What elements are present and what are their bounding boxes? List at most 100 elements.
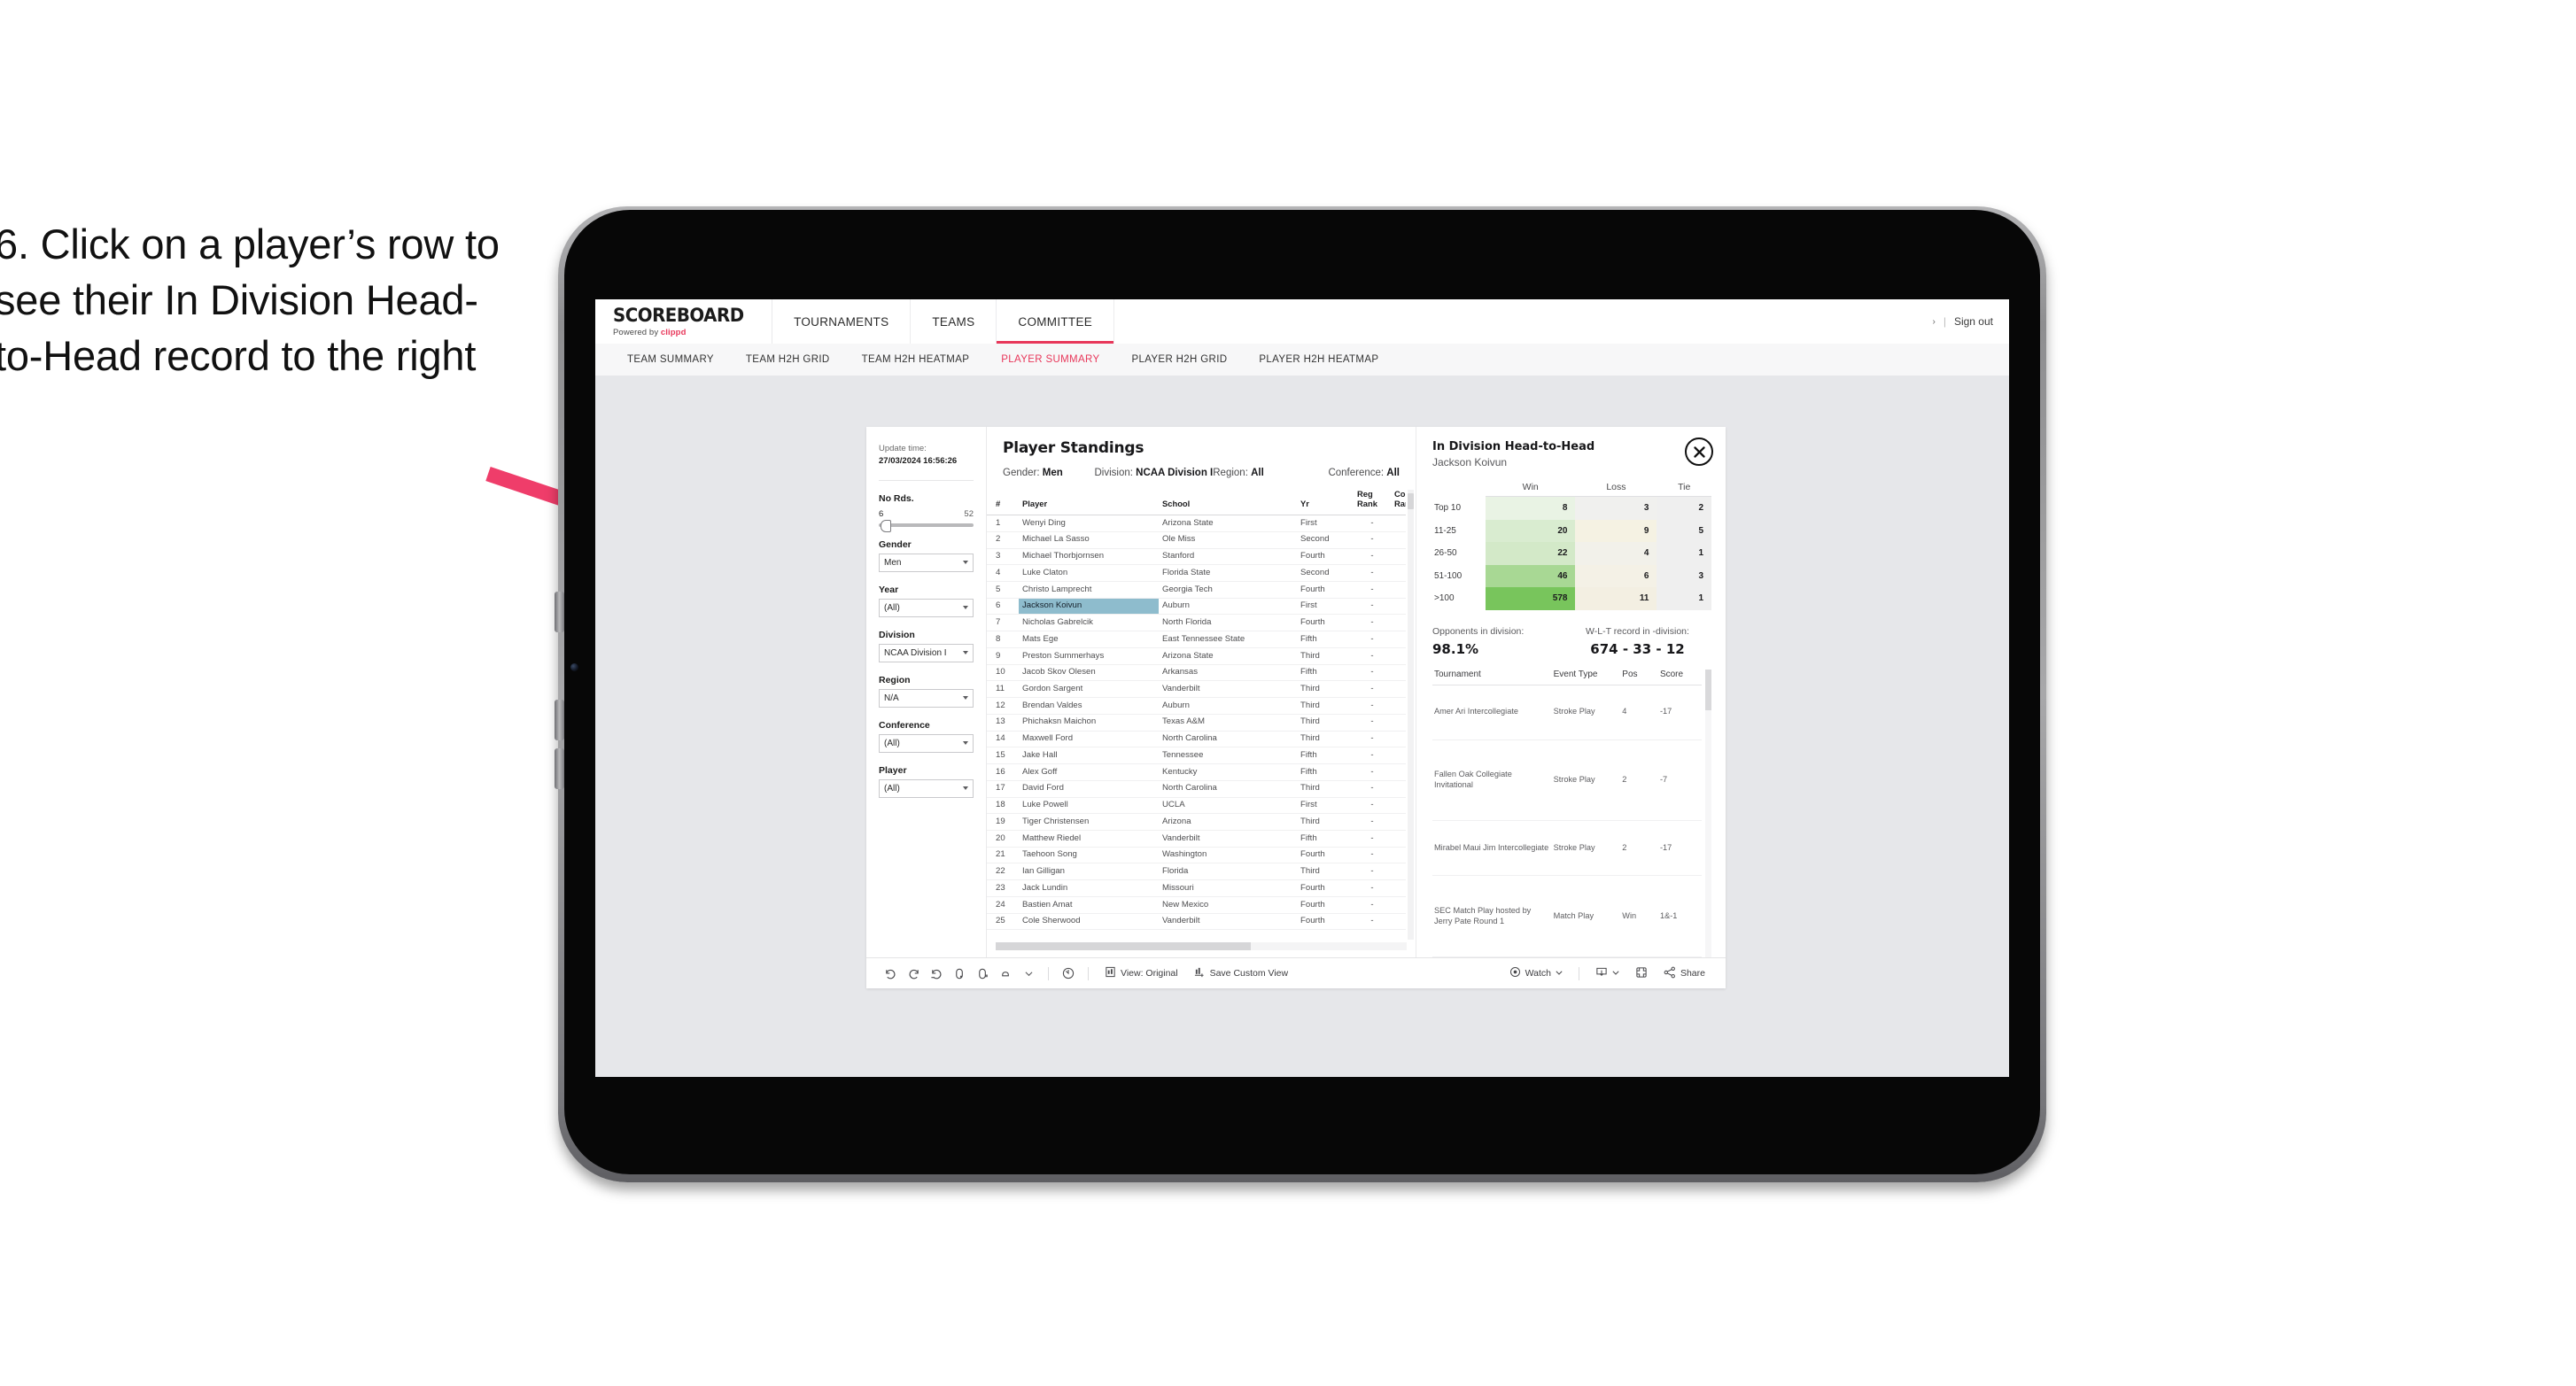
pause-auto-icon[interactable] xyxy=(994,962,1017,985)
filter-panel: Update time: 27/03/2024 16:56:26 No Rds.… xyxy=(866,427,987,957)
close-icon[interactable] xyxy=(1685,437,1713,466)
cell-player: Luke Powell xyxy=(1019,797,1159,815)
chevron-down-icon[interactable] xyxy=(1017,962,1040,985)
cell-school: Auburn xyxy=(1159,598,1297,616)
h2h-stat-opponents-value: 98.1% xyxy=(1432,640,1479,657)
col-event-type[interactable]: Event Type xyxy=(1551,669,1621,685)
share-button[interactable]: Share xyxy=(1656,966,1713,981)
table-row[interactable]: 18Luke PowellUCLAFirst-4241 xyxy=(987,797,1406,815)
share-label: Share xyxy=(1680,968,1705,979)
filter-conference-select[interactable]: (All) xyxy=(879,733,974,753)
sign-out-link[interactable]: Sign out xyxy=(1954,315,1993,328)
table-row[interactable]: 7Nicholas GabrelcikNorth FloridaFourth-1… xyxy=(987,614,1406,632)
redo-icon[interactable] xyxy=(902,962,925,985)
table-row[interactable]: 17David FordNorth CarolinaThird-4211 xyxy=(987,780,1406,798)
table-row[interactable]: 15Jake HallTennesseeFifth-7180 xyxy=(987,747,1406,765)
table-row[interactable]: 1Wenyi DingArizona StateFirst-1151 xyxy=(987,515,1406,532)
revert-icon[interactable] xyxy=(925,962,948,985)
col-tournament[interactable]: Tournament xyxy=(1432,669,1552,685)
h2h-title: In Division Head-to-Head xyxy=(1432,440,1595,453)
tournament-row[interactable]: Fallen Oak Collegiate Invitational Stroke… xyxy=(1432,739,1703,822)
no-rounds-slider-handle[interactable] xyxy=(881,519,891,532)
filter-region-select[interactable]: N/A xyxy=(879,688,974,708)
brand-logo[interactable]: SCOREBOARD Powered by clippd xyxy=(595,299,773,344)
h2h-cell-loss: 9 xyxy=(1575,519,1657,542)
tab-player-summary[interactable]: PLAYER SUMMARY xyxy=(985,354,1115,365)
h2h-row-label: 11-25 xyxy=(1432,519,1486,542)
tablet-button-top[interactable] xyxy=(555,592,564,632)
refresh-icon[interactable] xyxy=(948,962,971,985)
table-row[interactable]: 24Bastien AmatNew MexicoFourth-1272 xyxy=(987,896,1406,914)
table-row[interactable]: 23Jack LundinMissouriFourth-11240 xyxy=(987,879,1406,897)
chevron-down-icon xyxy=(963,741,968,746)
nav-item-committee[interactable]: COMMITTEE xyxy=(997,299,1115,344)
col-rank[interactable]: # xyxy=(987,490,1019,516)
filter-division-select[interactable]: NCAA Division I xyxy=(879,643,974,662)
col-conf-rank[interactable]: Conf Rank xyxy=(1391,490,1406,516)
nav-item-tournaments[interactable]: TOURNAMENTS xyxy=(772,299,912,344)
table-row[interactable]: 10Jacob Skov OlesenArkansasFifth-3230 xyxy=(987,664,1406,682)
standings-horizontal-scrollbar[interactable] xyxy=(996,942,1407,950)
col-reg-rank[interactable]: Reg Rank xyxy=(1354,490,1391,516)
fullscreen-button[interactable] xyxy=(1627,966,1656,981)
col-player[interactable]: Player xyxy=(1019,490,1159,516)
standings-scroll-thumb[interactable] xyxy=(1408,493,1414,509)
table-row[interactable]: 9Preston SummerhaysArizona StateThird-32… xyxy=(987,647,1406,665)
col-pos[interactable]: Pos xyxy=(1620,669,1658,685)
col-school[interactable]: School xyxy=(1159,490,1297,516)
filter-region-label: Region xyxy=(879,674,911,685)
col-yr[interactable]: Yr xyxy=(1297,490,1354,516)
tournament-scrollbar[interactable] xyxy=(1705,669,1711,957)
filter-gender-select[interactable]: Men xyxy=(879,553,974,572)
tournament-row[interactable]: Amer Ari Intercollegiate Stroke Play 4 -17 xyxy=(1432,685,1703,740)
standings-vertical-scrollbar[interactable] xyxy=(1408,490,1414,940)
tab-team-h2h-heatmap[interactable]: TEAM H2H HEATMAP xyxy=(846,354,986,365)
tab-team-h2h-grid[interactable]: TEAM H2H GRID xyxy=(730,354,846,365)
table-row[interactable]: 21Taehoon SongWashingtonFourth-6231 xyxy=(987,847,1406,864)
tournament-row[interactable]: SEC Match Play hosted by Jerry Pate Roun… xyxy=(1432,875,1703,957)
filter-division: Division NCAA Division I xyxy=(879,630,974,662)
table-row[interactable]: 20Matthew RiedelVanderbiltFifth-9230 xyxy=(987,830,1406,848)
cell-player: Preston Summerhays xyxy=(1019,647,1159,665)
table-row[interactable]: 25Cole SherwoodVanderbiltFourth-12231 xyxy=(987,913,1406,931)
filter-player-select[interactable]: (All) xyxy=(879,778,974,798)
cell-reg-rank: - xyxy=(1354,797,1391,815)
view-original-button[interactable]: View: Original xyxy=(1097,966,1186,980)
chevron-right-icon[interactable]: › xyxy=(1932,317,1935,327)
watch-button[interactable]: Watch xyxy=(1501,966,1571,980)
table-row[interactable]: 19Tiger ChristensenArizonaThird-5232 xyxy=(987,813,1406,832)
table-row[interactable]: 12Brendan ValdesAuburnThird-5270 xyxy=(987,697,1406,715)
table-row[interactable]: 14Maxwell FordNorth CarolinaThird-3230 xyxy=(987,731,1406,748)
table-row[interactable]: 13Phichaksn MaichonTexas A&MThird-6301 xyxy=(987,714,1406,732)
table-row[interactable]: 11Gordon SargentVanderbiltThird-4210 xyxy=(987,680,1406,699)
pause-icon[interactable] xyxy=(971,962,994,985)
table-row[interactable]: 6Jackson KoivunAuburnFirst-2271 xyxy=(987,598,1406,616)
tab-player-h2h-grid[interactable]: PLAYER H2H GRID xyxy=(1115,354,1243,365)
pause-updates-icon[interactable] xyxy=(1057,962,1080,985)
undo-icon[interactable] xyxy=(879,962,902,985)
save-custom-view-button[interactable]: Save Custom View xyxy=(1186,966,1297,980)
filter-year-select[interactable]: (All) xyxy=(879,598,974,617)
nav-item-teams[interactable]: TEAMS xyxy=(911,299,997,344)
table-row[interactable]: 5Christo LamprechtGeorgia TechFourth-221… xyxy=(987,581,1406,599)
table-row[interactable]: 3Michael ThorbjornsenStanfordFourth-291 xyxy=(987,548,1406,566)
tournament-row[interactable]: Mirabel Maui Jim Intercollegiate Stroke P… xyxy=(1432,820,1703,877)
table-row[interactable]: 2Michael La SassoOle MissSecond-1180 xyxy=(987,531,1406,549)
tablet-button-mid[interactable] xyxy=(555,700,564,740)
tab-player-h2h-heatmap[interactable]: PLAYER H2H HEATMAP xyxy=(1243,354,1394,365)
h2h-stat-opponents: Opponents in division: 98.1% xyxy=(1432,626,1558,657)
summary-region: Region: All xyxy=(1213,468,1328,478)
tablet-button-bottom[interactable] xyxy=(555,748,564,789)
cell-conf-rank: 5 xyxy=(1391,813,1406,832)
table-row[interactable]: 22Ian GilliganFloridaThird-10241 xyxy=(987,863,1406,881)
tab-team-summary[interactable]: TEAM SUMMARY xyxy=(611,354,730,365)
download-button[interactable] xyxy=(1587,966,1627,981)
table-row[interactable]: 16Alex GoffKentuckyFifth-8190 xyxy=(987,763,1406,781)
no-rounds-slider[interactable] xyxy=(879,519,974,532)
col-score[interactable]: Score xyxy=(1657,669,1703,685)
tournament-scroll-thumb[interactable] xyxy=(1705,669,1711,710)
table-row[interactable]: 4Luke ClatonFlorida StateSecond-1272 xyxy=(987,564,1406,582)
standings-hscroll-thumb[interactable] xyxy=(996,942,1251,950)
table-row[interactable]: 8Mats EgeEast Tennessee StateFifth-1242 xyxy=(987,631,1406,648)
cell-pos: Win xyxy=(1620,875,1658,957)
